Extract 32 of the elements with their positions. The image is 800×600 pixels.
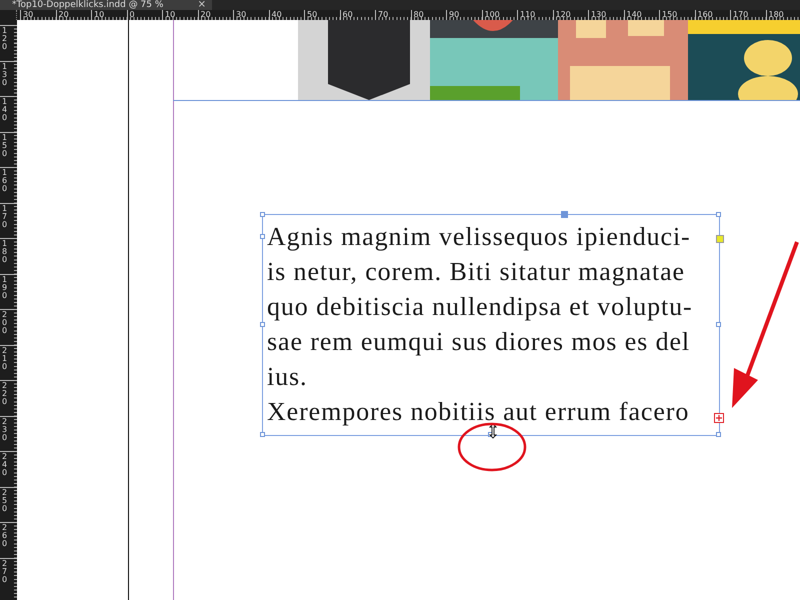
frame-handle[interactable] bbox=[716, 212, 721, 217]
close-icon[interactable]: × bbox=[198, 0, 206, 10]
overset-port[interactable] bbox=[714, 413, 724, 423]
ruler-label: 160 bbox=[2, 168, 8, 193]
frame-handle[interactable] bbox=[260, 212, 265, 217]
highlight-circle bbox=[456, 421, 528, 473]
frame-handle[interactable] bbox=[716, 432, 721, 437]
ruler-label: 190 bbox=[2, 274, 8, 300]
paragraph: Xerempores nobitiis aut errum facero bbox=[267, 396, 690, 428]
ruler-label: 200 bbox=[2, 310, 8, 335]
ruler-label: 180 bbox=[2, 239, 8, 264]
ruler-label: 210 bbox=[2, 346, 8, 370]
ruler-label: 240 bbox=[2, 452, 8, 477]
ruler-label: 120 bbox=[2, 26, 8, 51]
ruler-label: 260 bbox=[2, 523, 8, 548]
ruler-label: 250 bbox=[2, 488, 8, 512]
ruler-label: 170 bbox=[2, 204, 8, 228]
ruler-label: 230 bbox=[2, 416, 8, 442]
ruler-label: 220 bbox=[2, 381, 8, 406]
frame-handle[interactable] bbox=[260, 234, 265, 239]
ruler-label: 130 bbox=[2, 62, 8, 86]
frame-handle[interactable] bbox=[716, 322, 721, 327]
paragraph: Agnis magnim velissequos ipienduci- is netur, corem. Biti sitatur magnatae quo debitiscia nullendipsa et voluptu- sae rem eumqui sus diores mos es del ius. bbox=[267, 221, 693, 393]
ruler-label: 270 bbox=[2, 558, 8, 584]
document-tab[interactable]: *Top10-Doppelklicks.indd @ 75 % × bbox=[0, 0, 212, 10]
frame-handle[interactable] bbox=[260, 322, 265, 327]
frame-handle[interactable] bbox=[260, 432, 265, 437]
ruler-label: 150 bbox=[2, 132, 8, 158]
frame-handle[interactable] bbox=[561, 211, 568, 218]
in-port[interactable] bbox=[716, 235, 724, 243]
cursor-icon bbox=[487, 423, 499, 439]
ruler-label: 140 bbox=[2, 97, 8, 122]
